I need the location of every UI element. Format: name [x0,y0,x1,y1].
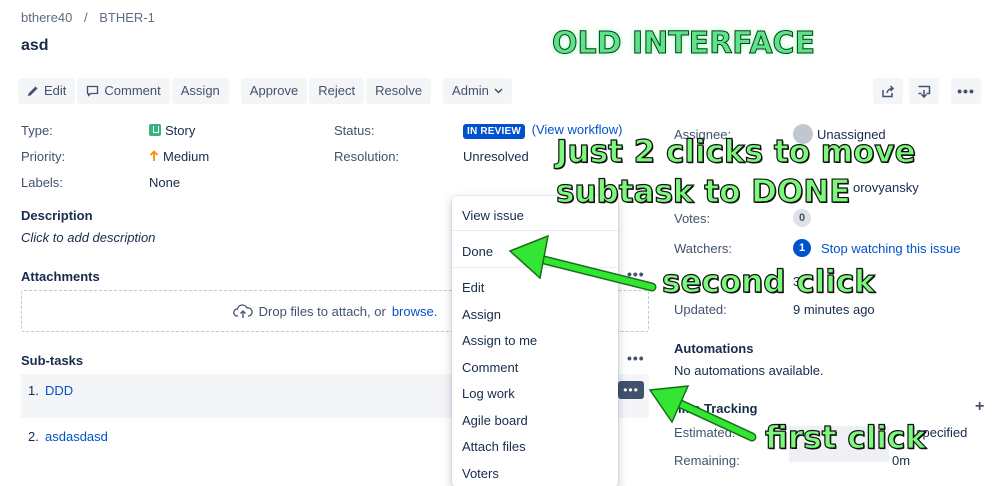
annotation-arrows [508,234,757,442]
second-click-arrow [508,234,657,292]
first-click-arrow [648,385,757,442]
